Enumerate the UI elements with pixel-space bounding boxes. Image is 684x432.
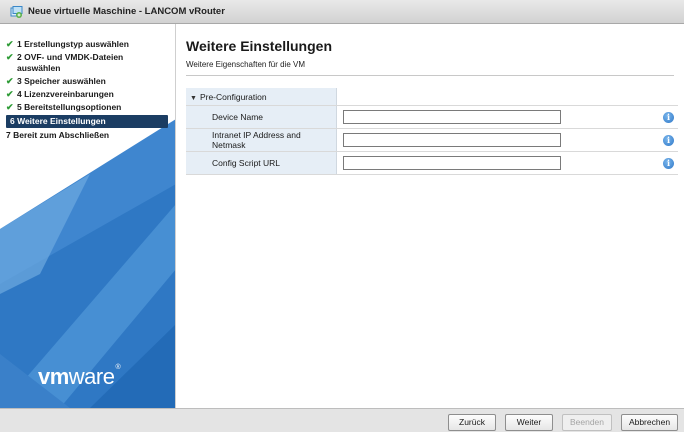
window-title: Neue virtuelle Maschine - LANCOM vRouter bbox=[28, 6, 225, 17]
back-button[interactable]: Zurück bbox=[448, 414, 496, 431]
step-5[interactable]: ✔ 5 Bereitstellungsoptionen bbox=[0, 101, 175, 114]
page-subtitle: Weitere Eigenschaften für die VM bbox=[186, 60, 306, 69]
step-7[interactable]: 7 Bereit zum Abschließen bbox=[0, 129, 175, 142]
cancel-button[interactable]: Abbrechen bbox=[621, 414, 678, 431]
step-list: ✔ 1 Erstellungstyp auswählen ✔ 2 OVF- un… bbox=[0, 38, 175, 142]
button-bar: Zurück Weiter Beenden Abbrechen bbox=[0, 408, 684, 432]
config-script-url-input[interactable] bbox=[342, 156, 561, 170]
vmware-logo: vmware® bbox=[38, 364, 121, 389]
caret-down-icon[interactable]: ▼ bbox=[190, 95, 197, 102]
title-bar: Neue virtuelle Maschine - LANCOM vRouter bbox=[0, 0, 684, 24]
field-label: Config Script URL bbox=[186, 151, 337, 175]
check-icon: ✔ bbox=[6, 102, 14, 112]
setting-row: Config Script URL i bbox=[186, 151, 678, 175]
main-panel: Weitere Einstellungen Weitere Eigenschaf… bbox=[176, 24, 684, 408]
section-header[interactable]: ▼ Pre-Configuration bbox=[186, 88, 337, 106]
vm-icon bbox=[10, 5, 23, 18]
step-4[interactable]: ✔ 4 Lizenzvereinbarungen bbox=[0, 88, 175, 101]
field-label: Intranet IP Address and Netmask bbox=[186, 128, 337, 152]
wizard-window: Neue virtuelle Maschine - LANCOM vRouter… bbox=[0, 0, 684, 432]
step-2[interactable]: ✔ 2 OVF- und VMDK-Dateien auswählen bbox=[0, 51, 175, 75]
info-icon[interactable]: i bbox=[663, 111, 674, 123]
field-label: Device Name bbox=[186, 105, 337, 129]
section-header-row[interactable]: ▼ Pre-Configuration bbox=[186, 88, 678, 106]
check-icon: ✔ bbox=[6, 39, 14, 49]
check-icon: ✔ bbox=[6, 52, 14, 62]
next-button[interactable]: Weiter bbox=[505, 414, 553, 431]
divider bbox=[186, 75, 674, 76]
check-icon: ✔ bbox=[6, 76, 14, 86]
finish-button[interactable]: Beenden bbox=[562, 414, 612, 431]
info-icon[interactable]: i bbox=[663, 157, 674, 169]
intranet-ip-input[interactable] bbox=[342, 133, 561, 147]
device-name-input[interactable] bbox=[342, 110, 561, 124]
page-title: Weitere Einstellungen bbox=[186, 38, 332, 54]
step-6-active[interactable]: 6 Weitere Einstellungen bbox=[6, 115, 168, 128]
wizard-step-nav: ✔ 1 Erstellungstyp auswählen ✔ 2 OVF- un… bbox=[0, 24, 176, 408]
step-1[interactable]: ✔ 1 Erstellungstyp auswählen bbox=[0, 38, 175, 51]
check-icon: ✔ bbox=[6, 89, 14, 99]
setting-row: Intranet IP Address and Netmask i bbox=[186, 128, 678, 152]
settings-table: ▼ Pre-Configuration Device Name i Intrane… bbox=[186, 88, 678, 175]
setting-row: Device Name i bbox=[186, 105, 678, 129]
step-3[interactable]: ✔ 3 Speicher auswählen bbox=[0, 75, 175, 88]
info-icon[interactable]: i bbox=[663, 134, 674, 146]
